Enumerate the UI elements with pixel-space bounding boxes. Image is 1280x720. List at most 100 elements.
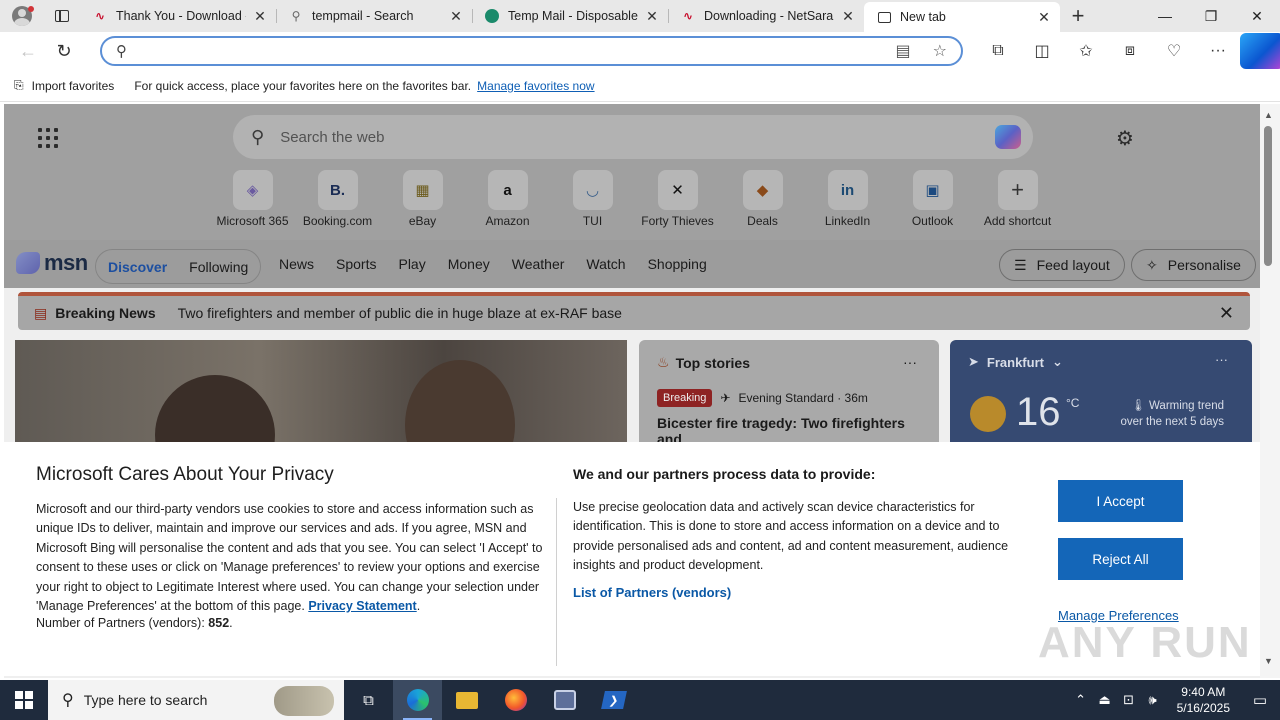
nav-watch[interactable]: Watch — [586, 256, 625, 272]
shortcut-outlook[interactable]: ▣ Outlook — [890, 170, 975, 228]
refresh-button[interactable]: ↻ — [46, 33, 82, 69]
extensions-icon[interactable]: ⧉ — [976, 33, 1020, 69]
tab-close-icon[interactable]: ✕ — [448, 8, 464, 24]
top-stories-card[interactable]: ♨ Top stories ··· Breaking ✈ Evening Sta… — [639, 340, 939, 450]
shortcut-add[interactable]: + Add shortcut — [975, 170, 1060, 228]
network-icon[interactable]: ⊡ — [1117, 692, 1141, 708]
usb-icon[interactable]: ⏏ — [1093, 692, 1117, 708]
shortcut-amazon[interactable]: a Amazon — [465, 170, 550, 228]
volume-icon[interactable]: 🕪 — [1141, 692, 1165, 708]
nav-shopping[interactable]: Shopping — [648, 256, 707, 272]
copilot-button[interactable] — [1240, 33, 1280, 69]
immersive-reader-icon[interactable]: ▤ — [896, 41, 911, 61]
shortcut-forty-thieves[interactable]: ✕ Forty Thieves — [635, 170, 720, 228]
nav-news[interactable]: News — [279, 256, 314, 272]
more-options-icon[interactable]: ··· — [903, 354, 917, 370]
taskbar-search[interactable]: ⚲ Type here to search — [48, 680, 344, 720]
taskbar-firefox[interactable] — [491, 680, 540, 720]
reject-all-button[interactable]: Reject All — [1058, 538, 1183, 580]
tab-temp-mail[interactable]: Temp Mail - Disposable T ✕ — [472, 0, 668, 32]
more-options-icon[interactable]: ··· — [1215, 352, 1228, 367]
tab-tempmail-search[interactable]: ⚲ tempmail - Search ✕ — [276, 0, 472, 32]
tab-close-icon[interactable]: ✕ — [644, 8, 660, 24]
app-window-icon — [553, 690, 576, 710]
shortcut-deals[interactable]: ◆ Deals — [720, 170, 805, 228]
privacy-title: Microsoft Cares About Your Privacy — [36, 464, 334, 485]
breaking-news-text[interactable]: Two firefighters and member of public di… — [178, 305, 622, 321]
tab-new-tab[interactable]: New tab ✕ — [864, 2, 1060, 32]
tab-thank-you-download[interactable]: ∿ Thank You - Download - ✕ — [80, 0, 276, 32]
page-scrollbar[interactable]: ▲ ▼ — [1260, 104, 1280, 678]
nav-money[interactable]: Money — [448, 256, 490, 272]
scroll-up-icon[interactable]: ▲ — [1264, 110, 1273, 120]
split-screen-icon[interactable]: ◫ — [1020, 33, 1064, 69]
shortcut-tui[interactable]: ◡ TUI — [550, 170, 635, 228]
minimize-icon[interactable]: — — [1142, 0, 1188, 32]
shortcut-linkedin[interactable]: in LinkedIn — [805, 170, 890, 228]
list-of-partners-link[interactable]: List of Partners (vendors) — [573, 585, 731, 600]
taskbar-file-explorer[interactable] — [442, 680, 491, 720]
close-window-icon[interactable]: ✕ — [1234, 0, 1280, 32]
tab-actions-button[interactable] — [44, 0, 80, 32]
privacy-statement-link[interactable]: Privacy Statement — [308, 599, 416, 613]
tab-title: Thank You - Download - — [116, 9, 246, 23]
tempmail-icon — [484, 8, 500, 24]
favorites-icon[interactable]: ✩ — [1064, 33, 1108, 69]
chevron-up-icon[interactable]: ⌃ — [1069, 692, 1093, 708]
collections-icon[interactable]: ⧈ — [1108, 33, 1152, 69]
nav-play[interactable]: Play — [398, 256, 425, 272]
nav-sports[interactable]: Sports — [336, 256, 376, 272]
clock[interactable]: 9:40 AM 5/16/2025 — [1177, 684, 1230, 716]
taskbar-powershell[interactable]: ❯ — [589, 680, 638, 720]
tab-close-icon[interactable]: ✕ — [840, 8, 856, 24]
search-icon: ⚲ — [116, 43, 127, 60]
feed-layout-button[interactable]: ☰ Feed layout — [999, 249, 1125, 281]
tui-icon: ◡ — [572, 170, 613, 210]
close-icon[interactable]: ✕ — [1219, 303, 1234, 324]
scroll-down-icon[interactable]: ▼ — [1264, 656, 1273, 666]
taskbar-edge[interactable] — [393, 680, 442, 720]
manage-favorites-link[interactable]: Manage favorites now — [477, 79, 594, 93]
taskbar-app[interactable] — [540, 680, 589, 720]
shortcut-label: Microsoft 365 — [216, 214, 289, 228]
hero-news-image[interactable] — [15, 340, 627, 450]
shortcut-booking[interactable]: B. Booking.com — [295, 170, 380, 228]
shortcut-microsoft-365[interactable]: ◈ Microsoft 365 — [210, 170, 295, 228]
scrollbar-thumb[interactable] — [1264, 126, 1272, 266]
personalise-button[interactable]: ✧ Personalise — [1131, 249, 1256, 281]
accept-button[interactable]: I Accept — [1058, 480, 1183, 522]
back-button[interactable]: ← — [10, 33, 46, 69]
breaking-news-banner[interactable]: ▤ Breaking News Two firefighters and mem… — [18, 292, 1250, 330]
weather-card[interactable]: ➤ Frankfurt ⌄ ··· 16 °C 🌡 Warming trend … — [950, 340, 1252, 450]
shortcut-ebay[interactable]: ▦ eBay — [380, 170, 465, 228]
web-search-box[interactable]: ⚲ Search the web — [233, 115, 1033, 159]
app-launcher-icon[interactable] — [38, 128, 58, 148]
nav-weather[interactable]: Weather — [512, 256, 565, 272]
start-button[interactable] — [0, 680, 48, 720]
tab-discover[interactable]: Discover — [108, 259, 167, 275]
weather-temperature: 16 — [1016, 390, 1061, 434]
settings-more-icon[interactable]: ··· — [1196, 33, 1240, 69]
tab-close-icon[interactable]: ✕ — [1036, 9, 1052, 25]
msn-logo[interactable]: msn — [16, 250, 88, 276]
tab-title: tempmail - Search — [312, 9, 414, 23]
weather-city[interactable]: Frankfurt — [987, 355, 1044, 370]
tab-downloading-netsarang[interactable]: ∿ Downloading - NetSaran ✕ — [668, 0, 864, 32]
add-icon: + — [997, 170, 1038, 210]
import-favorites-button[interactable]: ⎘ Import favorites — [14, 78, 114, 93]
restore-icon[interactable]: ❐ — [1188, 0, 1234, 32]
new-tab-button[interactable]: + — [1060, 0, 1096, 32]
address-input[interactable] — [137, 43, 896, 59]
favorite-star-icon[interactable]: ☆ — [933, 41, 947, 61]
browser-essentials-icon[interactable]: ♡ — [1152, 33, 1196, 69]
tab-following[interactable]: Following — [189, 259, 248, 275]
profile-button[interactable] — [0, 0, 44, 32]
tab-close-icon[interactable]: ✕ — [252, 8, 268, 24]
thermometer-icon: 🌡 — [1131, 400, 1146, 412]
address-bar[interactable]: ⚲ ▤ ☆ — [100, 36, 963, 66]
tab-title: Downloading - NetSaran — [704, 9, 834, 23]
gear-icon[interactable]: ⚙ — [1116, 126, 1134, 151]
copilot-icon[interactable] — [995, 125, 1021, 149]
notification-icon[interactable]: ▭ — [1240, 680, 1280, 720]
task-view-button[interactable]: ⧉ — [344, 680, 393, 720]
